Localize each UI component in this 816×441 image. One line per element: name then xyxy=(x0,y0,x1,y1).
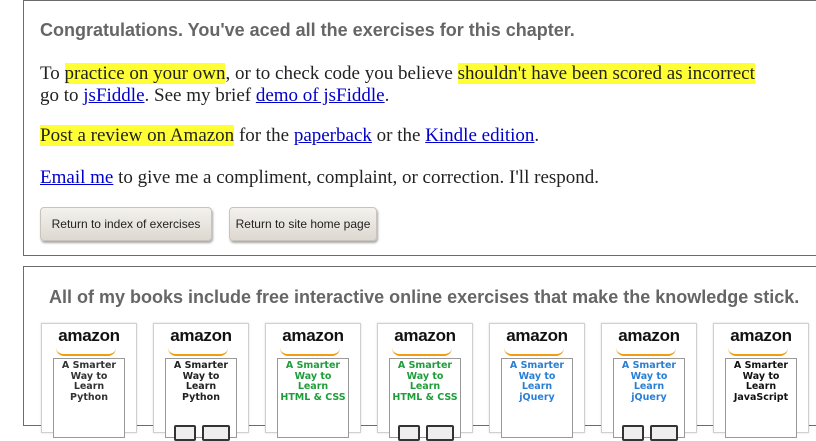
text: to give me a compliment, complaint, or c… xyxy=(113,167,600,188)
devices-icon xyxy=(622,425,644,441)
demo-jsfiddle-link[interactable]: demo of jsFiddle xyxy=(256,85,385,106)
book-title: A Smarter Way to Learn Python xyxy=(173,360,229,403)
text: for the xyxy=(234,125,294,146)
amazon-smile-icon xyxy=(168,348,228,356)
book-card[interactable]: amazon A Smarter Way to Learn Python xyxy=(153,323,249,441)
book-title: A Smarter Way to Learn Python xyxy=(61,360,117,403)
amazon-smile-icon xyxy=(280,348,340,356)
book-title: A Smarter Way to Learn HTML & CSS xyxy=(392,360,458,403)
completion-panel: Congratulations. You've aced all the exe… xyxy=(23,0,816,256)
kindle-edition-link[interactable]: Kindle edition xyxy=(425,125,534,146)
devices-icon xyxy=(174,425,196,441)
text: go to xyxy=(40,85,84,106)
text: To xyxy=(40,63,65,84)
amazon-logo: amazon xyxy=(618,326,680,345)
book-title: A Smarter Way to Learn HTML & CSS xyxy=(280,360,346,403)
book-card[interactable]: amazon A Smarter Way to Learn Python xyxy=(41,323,137,438)
book-card[interactable]: amazon A Smarter Way to Learn HTML & CSS xyxy=(265,323,361,438)
paperback-link[interactable]: paperback xyxy=(294,125,372,146)
amazon-logo: amazon xyxy=(58,326,120,345)
text: . xyxy=(384,85,390,106)
amazon-smile-icon xyxy=(392,348,452,356)
return-to-index-button[interactable]: Return to index of exercises xyxy=(40,207,212,241)
text: . xyxy=(534,125,540,146)
amazon-logo: amazon xyxy=(170,326,232,345)
email-paragraph: Email me to give me a compliment, compla… xyxy=(40,167,599,189)
books-heading: All of my books include free interactive… xyxy=(49,287,800,307)
book-card[interactable]: amazon A Smarter Way to Learn jQuery xyxy=(601,323,697,441)
book-cover: A Smarter Way to Learn JavaScript xyxy=(725,358,797,438)
devices-icon xyxy=(426,425,454,441)
return-to-home-button[interactable]: Return to site home page xyxy=(229,207,377,241)
email-me-link[interactable]: Email me xyxy=(40,167,113,188)
book-card[interactable]: amazon A Smarter Way to Learn jQuery xyxy=(489,323,585,438)
amazon-logo: amazon xyxy=(730,326,792,345)
book-title: A Smarter Way to Learn jQuery xyxy=(509,360,565,403)
highlight-incorrect: shouldn't have been scored as incorrect xyxy=(457,63,755,84)
devices-icon xyxy=(398,425,420,441)
book-cover: A Smarter Way to Learn Python xyxy=(53,358,125,438)
congratulations-heading: Congratulations. You've aced all the exe… xyxy=(40,20,575,40)
devices-icon xyxy=(650,425,678,441)
amazon-smile-icon xyxy=(504,348,564,356)
amazon-logo: amazon xyxy=(394,326,456,345)
books-panel: All of my books include free interactive… xyxy=(23,266,816,441)
amazon-smile-icon xyxy=(728,348,788,356)
book-cover: A Smarter Way to Learn HTML & CSS xyxy=(389,358,461,441)
book-cover: A Smarter Way to Learn jQuery xyxy=(501,358,573,438)
book-cover: A Smarter Way to Learn HTML & CSS xyxy=(277,358,349,438)
highlight-review: Post a review on Amazon xyxy=(40,125,235,146)
book-card[interactable]: amazon A Smarter Way to Learn JavaScript xyxy=(713,323,809,438)
book-cover: A Smarter Way to Learn jQuery xyxy=(613,358,685,441)
review-paragraph: Post a review on Amazon for the paperbac… xyxy=(40,125,539,147)
text: . See my brief xyxy=(144,85,256,106)
jsfiddle-link[interactable]: jsFiddle xyxy=(83,85,144,106)
amazon-logo: amazon xyxy=(506,326,568,345)
amazon-smile-icon xyxy=(56,348,116,356)
book-title: A Smarter Way to Learn JavaScript xyxy=(733,360,789,403)
text: , or to check code you believe xyxy=(225,63,458,84)
text: or the xyxy=(371,125,426,146)
amazon-logo: amazon xyxy=(282,326,344,345)
highlight-practice: practice on your own xyxy=(64,63,226,84)
practice-paragraph-line2: go to jsFiddle. See my brief demo of jsF… xyxy=(40,85,389,107)
book-cover: A Smarter Way to Learn Python xyxy=(165,358,237,441)
practice-paragraph: To practice on your own, or to check cod… xyxy=(40,63,755,85)
amazon-smile-icon xyxy=(616,348,676,356)
book-title: A Smarter Way to Learn jQuery xyxy=(621,360,677,403)
book-card[interactable]: amazon A Smarter Way to Learn HTML & CSS xyxy=(377,323,473,441)
devices-icon xyxy=(202,425,230,441)
